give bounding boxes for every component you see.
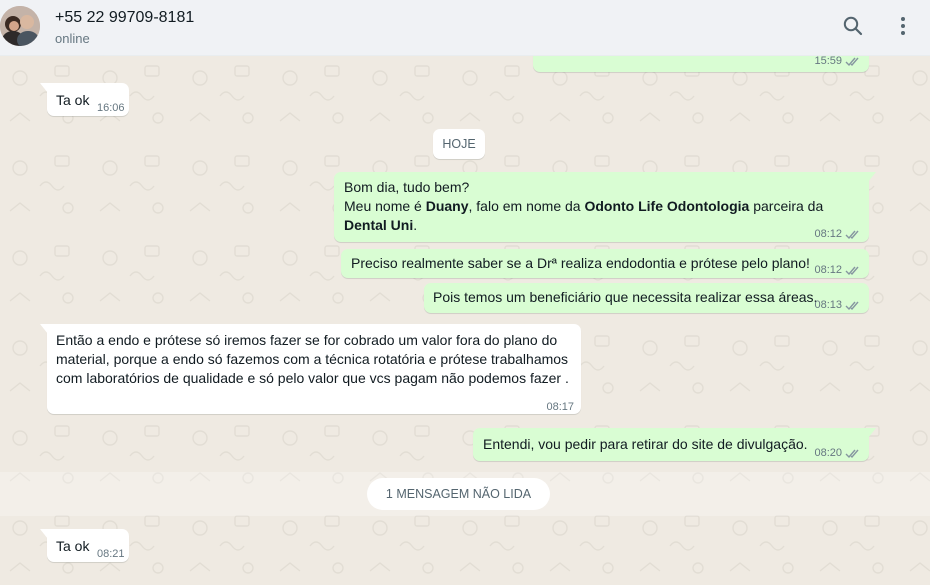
- message-time: 08:20: [814, 447, 842, 459]
- message-out-previous[interactable]: 15:59: [533, 56, 869, 72]
- partner-name: Dental Uni: [344, 217, 414, 233]
- message-text: Ta ok: [56, 538, 90, 554]
- contact-avatar[interactable]: [0, 6, 40, 46]
- read-ticks-icon: [845, 230, 859, 240]
- message-meta: 08:12: [814, 225, 861, 244]
- message-time: 08:13: [814, 299, 842, 311]
- message-text: Então a endo e prótese só iremos fazer s…: [56, 331, 569, 388]
- message-time: 08:17: [546, 401, 574, 413]
- message-meta: 08:12: [814, 261, 861, 280]
- message-meta: 15:59: [814, 56, 861, 71]
- contact-name[interactable]: +55 22 99709-8181: [55, 9, 194, 27]
- contact-status: online: [55, 31, 90, 46]
- message-text: Entendi, vou pedir para retirar do site …: [483, 436, 808, 452]
- read-ticks-icon: [845, 266, 859, 276]
- message-line: .: [413, 217, 418, 233]
- message-out[interactable]: Pois temos um beneficiário que necessita…: [424, 283, 869, 313]
- chat-header: +55 22 99709-8181 online: [0, 0, 930, 56]
- message-line: , falo em nome da: [468, 198, 585, 214]
- message-out[interactable]: Entendi, vou pedir para retirar do site …: [473, 428, 876, 463]
- message-time: 08:21: [97, 548, 125, 560]
- message-in[interactable]: Ta ok 16:06: [40, 83, 129, 116]
- message-time: 08:12: [814, 264, 842, 276]
- message-in[interactable]: Então a endo e prótese só iremos fazer s…: [40, 324, 581, 414]
- chat-area[interactable]: 15:59 Ta ok 16:06 HOJE Bom dia, tudo bem…: [0, 56, 930, 585]
- avatar-photo: [0, 6, 40, 46]
- company-name: Odonto Life Odontologia: [584, 198, 750, 214]
- message-text: Ta ok: [56, 92, 90, 108]
- message-out[interactable]: Bom dia, tudo bem? Meu nome é Duany, fal…: [334, 172, 876, 244]
- message-line: Meu nome é: [344, 198, 426, 214]
- sender-name: Duany: [425, 198, 469, 214]
- message-time: 16:06: [97, 102, 125, 114]
- read-ticks-icon: [845, 57, 859, 67]
- message-text: Pois temos um beneficiário que necessita…: [433, 289, 818, 305]
- message-text: Preciso realmente saber se a Drª realiza…: [351, 255, 810, 271]
- message-line: Bom dia, tudo bem?: [344, 179, 470, 195]
- message-out[interactable]: Preciso realmente saber se a Drª realiza…: [341, 249, 869, 278]
- unread-count-label: 1 MENSAGEM NÃO LIDA: [367, 478, 550, 510]
- message-line: parceira da: [749, 198, 824, 214]
- read-ticks-icon: [845, 449, 859, 459]
- more-vertical-icon[interactable]: [891, 14, 915, 38]
- message-line: Então a endo e prótese só iremos fazer s…: [56, 332, 558, 348]
- read-ticks-icon: [845, 301, 859, 311]
- message-time: 08:12: [814, 228, 842, 240]
- message-line: material, porque a endo só fazemos com a…: [56, 351, 569, 367]
- message-meta: 08:13: [814, 296, 861, 315]
- message-line: com laboratórios de qualidade e só pelo …: [56, 370, 569, 386]
- message-time: 15:59: [814, 56, 842, 67]
- message-text: Bom dia, tudo bem? Meu nome é Duany, fal…: [344, 178, 823, 235]
- message-in[interactable]: Ta ok 08:21: [40, 529, 129, 562]
- message-meta: 08:20: [814, 444, 861, 463]
- day-separator: HOJE: [433, 129, 485, 159]
- search-icon[interactable]: [841, 14, 865, 38]
